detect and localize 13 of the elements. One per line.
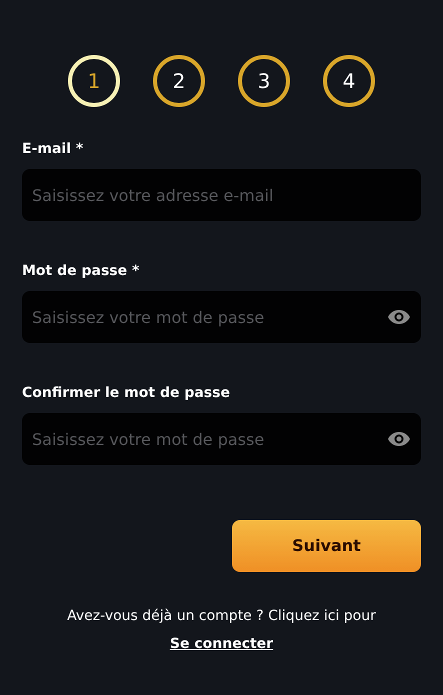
step-indicator[interactable]: 2 (153, 55, 205, 107)
input-field[interactable]: Saisissez votre mot de passe (22, 291, 421, 343)
next-button[interactable]: Suivant (232, 520, 421, 572)
step-indicator[interactable]: 3 (238, 55, 290, 107)
input-field[interactable]: Saisissez votre mot de passe (22, 413, 421, 465)
login-link[interactable]: Se connecter (170, 636, 274, 652)
field-label: Confirmer le mot de passe (22, 384, 230, 403)
step-indicator[interactable]: 4 (323, 55, 375, 107)
input-field[interactable]: Saisissez votre adresse e-mail (22, 169, 421, 221)
step-indicator[interactable]: 1 (68, 55, 120, 107)
field-label: Mot de passe * (22, 262, 140, 281)
field-label: E-mail * (22, 140, 84, 159)
login-prompt: Avez-vous déjà un compte ? Cliquez ici pour Se connecter (66, 607, 377, 654)
